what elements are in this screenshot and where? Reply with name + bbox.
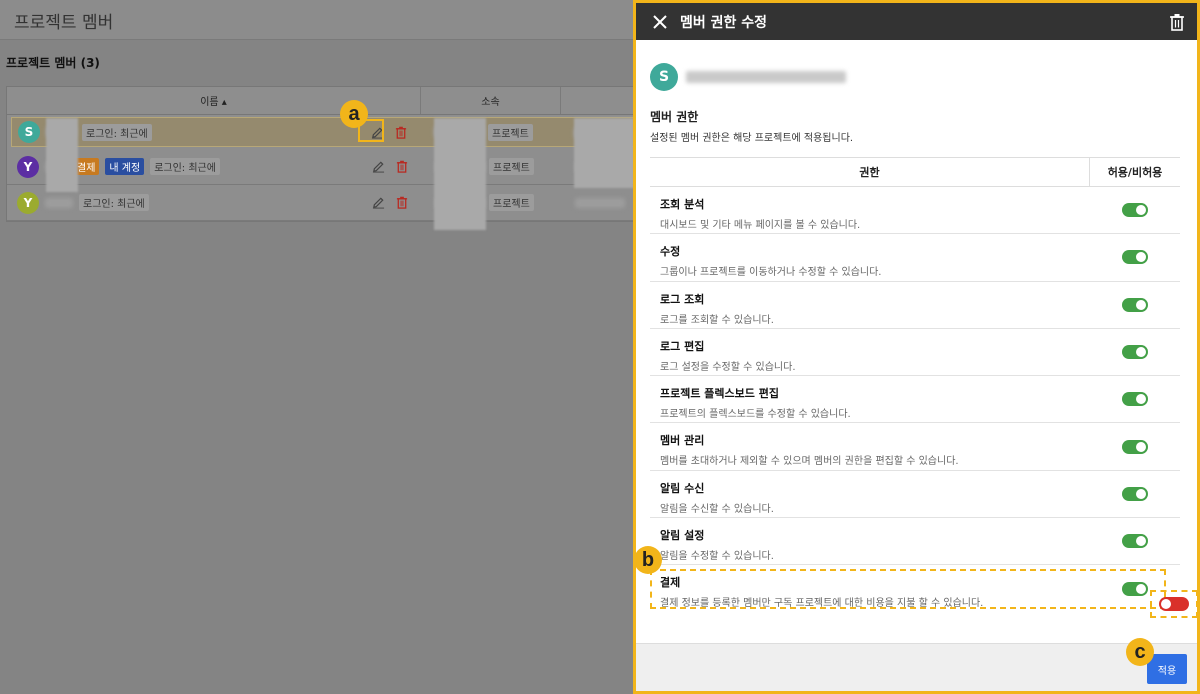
member-table: 이름 ▴ 소속 S 로그인: 최근에 프로젝트 Y 결제 내 계정 로그인: 최…: [6, 86, 640, 222]
permissions-title: 멤버 권한: [650, 110, 699, 124]
permission-name: 프로젝트 플렉스보드 편집: [660, 387, 779, 401]
column-header-org[interactable]: 소속: [421, 87, 561, 114]
member-extra-cell: [561, 193, 639, 212]
delete-icon[interactable]: [395, 196, 409, 210]
permission-toggle[interactable]: [1122, 250, 1148, 265]
delete-icon[interactable]: [395, 160, 409, 174]
blur-overlay: [574, 118, 634, 188]
edit-icon[interactable]: [371, 160, 385, 174]
column-header-extra: [561, 87, 639, 114]
permissions-table: 권한 허용/비허용 조회 분석대시보드 및 기타 메뉴 페이지를 볼 수 있습니…: [650, 157, 1180, 613]
member-name-blurred: [45, 197, 73, 208]
delete-icon[interactable]: [394, 125, 408, 139]
blur-overlay: [434, 118, 486, 230]
user-info: S: [636, 40, 1197, 98]
permission-name: 로그 편집: [660, 339, 705, 353]
permission-row: 로그 조회로그를 조회할 수 있습니다.: [650, 282, 1180, 329]
permission-desc: 로그를 조회할 수 있습니다.: [660, 314, 774, 326]
permission-name: 알림 수신: [660, 481, 705, 495]
callout-c: c: [1126, 638, 1154, 666]
permission-row: 알림 설정알림을 수정할 수 있습니다.: [650, 518, 1180, 566]
table-row[interactable]: Y 결제 내 계정 로그인: 최근에 프로젝트: [7, 149, 639, 185]
callout-a: a: [340, 100, 368, 128]
avatar: S: [18, 121, 40, 143]
permission-desc: 멤버를 초대하거나 제외할 수 있으며 멤버의 권한을 편집할 수 있습니다.: [660, 456, 959, 468]
page-title: 프로젝트 멤버: [14, 13, 114, 33]
panel-header: 멤버 권한 수정: [636, 3, 1197, 40]
org-tag: 프로젝트: [489, 194, 534, 211]
user-email-blurred: [686, 70, 846, 83]
permission-toggle[interactable]: [1122, 534, 1148, 549]
avatar: Y: [17, 155, 39, 178]
permission-row: 조회 분석대시보드 및 기타 메뉴 페이지를 볼 수 있습니다.: [650, 187, 1180, 235]
permission-desc: 알림을 수정할 수 있습니다.: [660, 551, 774, 563]
permission-row: 수정그룹이나 프로젝트를 이동하거나 수정할 수 있습니다.: [650, 234, 1180, 282]
permission-row: 로그 편집로그 설정을 수정할 수 있습니다.: [650, 329, 1180, 377]
permission-row: 알림 수신알림을 수신할 수 있습니다.: [650, 471, 1180, 519]
my-account-badge: 내 계정: [105, 158, 145, 175]
row-actions: [371, 160, 409, 174]
column-header-allow: 허용/비허용: [1107, 166, 1163, 179]
permission-desc: 로그 설정을 수정할 수 있습니다.: [660, 361, 796, 373]
permission-toggle[interactable]: [1122, 203, 1148, 218]
login-status: 로그인: 최근에: [82, 123, 152, 141]
blur-overlay: [46, 118, 78, 192]
trash-icon[interactable]: [1169, 13, 1187, 31]
login-status: 로그인: 최근에: [150, 158, 220, 175]
permission-desc: 프로젝트의 플렉스보드를 수정할 수 있습니다.: [660, 409, 851, 421]
table-header: 이름 ▴ 소속: [7, 87, 639, 115]
permission-desc: 알림을 수신할 수 있습니다.: [660, 503, 774, 515]
panel-footer: 적용: [636, 643, 1197, 691]
login-status: 로그인: 최근에: [79, 194, 149, 211]
permission-row: 멤버 관리멤버를 초대하거나 제외할 수 있으며 멤버의 권한을 편집할 수 있…: [650, 423, 1180, 471]
apply-button[interactable]: 적용: [1147, 654, 1187, 684]
table-row[interactable]: Y 로그인: 최근에 프로젝트: [7, 185, 639, 221]
callout-b: b: [634, 546, 662, 574]
permission-name: 알림 설정: [660, 529, 705, 543]
close-icon[interactable]: [650, 12, 670, 32]
avatar: S: [650, 62, 678, 91]
edit-icon[interactable]: [371, 196, 385, 210]
permission-row: 프로젝트 플렉스보드 편집프로젝트의 플렉스보드를 수정할 수 있습니다.: [650, 376, 1180, 424]
permission-name: 조회 분석: [660, 198, 705, 211]
permissions-table-header: 권한 허용/비허용: [650, 157, 1180, 187]
permission-desc: 그룹이나 프로젝트를 이동하거나 수정할 수 있습니다.: [660, 267, 882, 279]
avatar: Y: [17, 191, 39, 214]
permission-toggle[interactable]: [1122, 439, 1148, 454]
background-page: 프로젝트 멤버 프로젝트 멤버 (3) 이름 ▴ 소속 S 로그인: 최근에 프…: [0, 0, 640, 694]
page-header: 프로젝트 멤버: [0, 0, 640, 40]
org-tag: 프로젝트: [489, 158, 534, 175]
permission-toggle[interactable]: [1122, 297, 1148, 312]
row-actions: [371, 196, 409, 210]
permission-toggle[interactable]: [1122, 345, 1148, 360]
org-tag: 프로젝트: [488, 123, 533, 141]
permissions-description: 설정된 멤버 권한은 해당 프로젝트에 적용됩니다.: [650, 133, 854, 144]
toggle-off-example[interactable]: [1159, 597, 1189, 611]
billing-row-highlight: [650, 569, 1166, 609]
permission-name: 로그 조회: [660, 292, 705, 306]
table-row[interactable]: S 로그인: 최근에 프로젝트: [11, 117, 635, 147]
permission-toggle[interactable]: [1122, 392, 1148, 407]
section-title: 프로젝트 멤버 (3): [6, 56, 100, 70]
panel-title: 멤버 권한 수정: [680, 14, 768, 31]
permission-toggle[interactable]: [1122, 486, 1148, 501]
column-header-permission: 권한: [650, 158, 1090, 186]
permission-name: 멤버 관리: [660, 434, 705, 448]
permission-desc: 대시보드 및 기타 메뉴 페이지를 볼 수 있습니다.: [660, 220, 861, 231]
permission-name: 수정: [660, 245, 681, 259]
